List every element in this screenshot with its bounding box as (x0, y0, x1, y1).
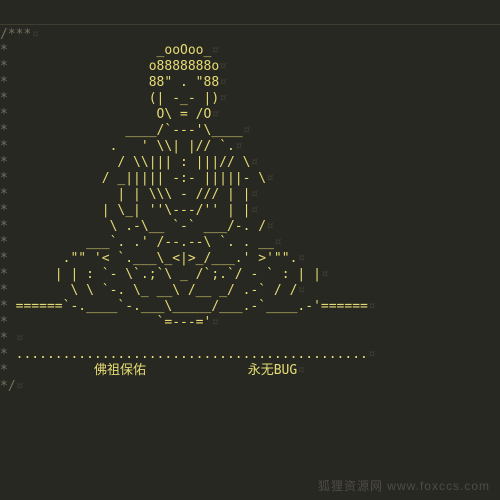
ascii-art-line: * / \\||| : |||// \¤ (0, 155, 500, 171)
ascii-art-line: * ___`. .' /--.--\ `. . __¤ (0, 235, 500, 251)
comment-open: /***¤ (0, 27, 500, 43)
ascii-art-line: * 88" . "88¤ (0, 75, 500, 91)
ascii-art-line: * | \_| ''\---/'' | |¤ (0, 203, 500, 219)
dots-line: * ......................................… (0, 347, 500, 363)
ascii-art-line: * ======`-.____`-.___\_____/___.-`____.-… (0, 299, 500, 315)
ascii-art-line: * o8888888o¤ (0, 59, 500, 75)
blessing-line: * 佛祖保佑 永无BUG¤ (0, 363, 500, 379)
ascii-art-line: * O\ = /O¤ (0, 107, 500, 123)
editor-divider (0, 24, 500, 25)
blank-line: * ¤ (0, 331, 500, 347)
ascii-art-line: * ."" '< `.___\_<|>_/___.' >'"".¤ (0, 251, 500, 267)
ascii-art-line: * ____/`---'\____¤ (0, 123, 500, 139)
code-editor[interactable]: /***¤ * _ooOoo_¤* o8888888o¤* 88" . "88¤… (0, 0, 500, 395)
ascii-art-line: * `=---='¤ (0, 315, 500, 331)
ascii-art-line: * | | \\\ - /// | |¤ (0, 187, 500, 203)
watermark: 狐狸资源网 www.foxccs.com (318, 478, 490, 494)
ascii-art-line: * (| -_- |)¤ (0, 91, 500, 107)
ascii-art-line: * | | : `- \`.;`\ _ /`;.`/ - ` : | |¤ (0, 267, 500, 283)
ascii-art-line: * \ \ `-. \_ __\ /__ _/ .-` / /¤ (0, 283, 500, 299)
ascii-art-line: * / _||||| -:- |||||- \¤ (0, 171, 500, 187)
ascii-art-line: * _ooOoo_¤ (0, 43, 500, 59)
comment-close: */¤ (0, 379, 500, 395)
ascii-art-line: * \ .-\__ `-` ___/-. /¤ (0, 219, 500, 235)
ascii-art-line: * . ' \\| |// `.¤ (0, 139, 500, 155)
